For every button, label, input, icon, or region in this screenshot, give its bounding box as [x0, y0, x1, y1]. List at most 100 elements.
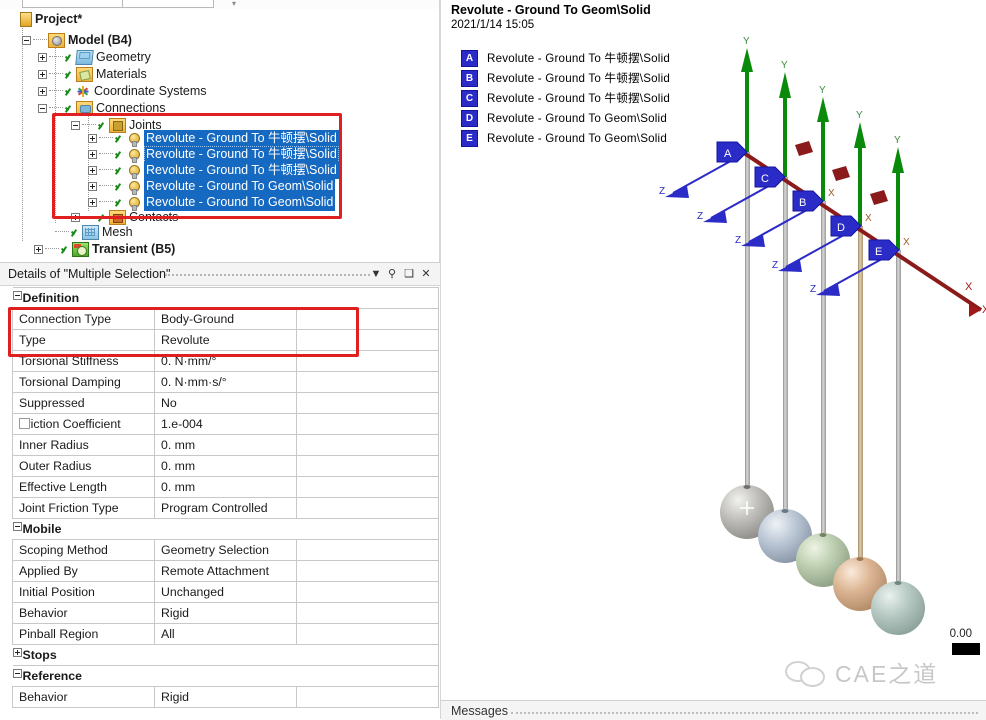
svg-text:X: X	[982, 304, 986, 316]
tree-item-label: Transient (B5)	[92, 241, 175, 258]
property-key: Connection Type	[13, 309, 155, 330]
property-key: Initial Position	[13, 582, 155, 603]
table-row[interactable]: Effective Length 0. mm	[13, 477, 439, 498]
expand-expander-icon[interactable]	[38, 70, 47, 79]
dropdown-icon[interactable]: ▼	[368, 266, 384, 282]
property-value[interactable]: Rigid	[155, 603, 297, 624]
table-row[interactable]: Scoping Method Geometry Selection	[13, 540, 439, 561]
property-extra	[297, 351, 439, 372]
property-key: Outer Radius	[13, 456, 155, 477]
tree-item-transient[interactable]: Transient (B5)	[34, 241, 175, 258]
property-group-header[interactable]: Mobile	[13, 519, 439, 540]
collapse-expander-icon[interactable]	[13, 522, 22, 531]
tree-item-joint-revolute[interactable]: Revolute - Ground To 牛顿摆\Solid	[88, 162, 339, 179]
property-value[interactable]: 0. N·mm/°	[155, 351, 297, 372]
svg-text:Y: Y	[819, 85, 826, 96]
property-value[interactable]: Unchanged	[155, 582, 297, 603]
property-value[interactable]: Body-Ground	[155, 309, 297, 330]
expand-expander-icon[interactable]	[38, 87, 47, 96]
table-row[interactable]: Inner Radius 0. mm	[13, 435, 439, 456]
tree-dots	[99, 137, 113, 139]
collapse-expander-icon[interactable]	[22, 36, 31, 45]
property-group-header[interactable]: Definition	[13, 288, 439, 309]
tree-item-label: Revolute - Ground To 牛顿摆\Solid	[144, 162, 339, 179]
property-value[interactable]: Revolute	[155, 330, 297, 351]
table-row[interactable]: Outer Radius 0. mm	[13, 456, 439, 477]
property-value[interactable]: Remote Attachment	[155, 561, 297, 582]
check-icon	[64, 52, 75, 63]
toolbar-combo-1[interactable]	[22, 0, 129, 8]
tree-dots	[49, 73, 63, 75]
table-row[interactable]: Torsional Damping 0. N·mm·s/°	[13, 372, 439, 393]
property-value[interactable]: 1.e-004	[155, 414, 297, 435]
tree-item-project[interactable]: Project*	[20, 11, 82, 28]
property-extra	[297, 624, 439, 645]
chevron-down-icon[interactable]: ▾	[232, 0, 240, 8]
table-row[interactable]: Initial Position Unchanged	[13, 582, 439, 603]
tree-dots	[49, 56, 63, 58]
tree-item-materials[interactable]: Materials	[38, 66, 147, 83]
property-value[interactable]: 0. mm	[155, 456, 297, 477]
property-value[interactable]: All	[155, 624, 297, 645]
checkbox[interactable]	[19, 418, 30, 429]
table-row[interactable]: Applied By Remote Attachment	[13, 561, 439, 582]
property-extra	[297, 330, 439, 351]
table-row[interactable]: Behavior Rigid	[13, 687, 439, 708]
property-value[interactable]: Rigid	[155, 687, 297, 708]
expand-expander-icon[interactable]	[88, 198, 97, 207]
tree-item-joint-revolute[interactable]: Revolute - Ground To Geom\Solid	[88, 178, 335, 195]
close-icon[interactable]: ✕	[418, 266, 434, 282]
property-value[interactable]: Geometry Selection	[155, 540, 297, 561]
expand-expander-icon[interactable]	[88, 166, 97, 175]
expand-expander-icon[interactable]	[88, 182, 97, 191]
graphics-viewport[interactable]: Revolute - Ground To Geom\Solid 2021/1/1…	[441, 0, 986, 700]
property-value[interactable]: Program Controlled	[155, 498, 297, 519]
outline-tree[interactable]: Project* Model (B4) Geometry Materials C…	[0, 9, 440, 262]
tree-item-joint-revolute[interactable]: Revolute - Ground To 牛顿摆\Solid	[88, 130, 339, 147]
property-value[interactable]: 0. mm	[155, 477, 297, 498]
property-value[interactable]: No	[155, 393, 297, 414]
pin-icon[interactable]: ⚲	[384, 266, 400, 282]
tree-item-mesh[interactable]: Mesh	[54, 224, 133, 241]
tree-item-coordinate-systems[interactable]: Coordinate Systems	[38, 83, 207, 100]
tree-item-label: Revolute - Ground To 牛顿摆\Solid	[144, 130, 339, 147]
expand-expander-icon[interactable]	[88, 134, 97, 143]
collapse-expander-icon[interactable]	[71, 121, 80, 130]
property-value[interactable]: 0. mm	[155, 435, 297, 456]
collapse-expander-icon[interactable]	[13, 669, 22, 678]
maximize-icon[interactable]: ❑	[401, 266, 417, 282]
expand-expander-icon[interactable]	[88, 150, 97, 159]
expand-expander-icon[interactable]	[71, 213, 80, 222]
table-row[interactable]: Friction Coefficient 1.e-004	[13, 414, 439, 435]
table-row[interactable]: Suppressed No	[13, 393, 439, 414]
svg-text:X: X	[865, 213, 872, 224]
property-group-header[interactable]: Reference	[13, 666, 439, 687]
tree-item-joint-revolute[interactable]: Revolute - Ground To 牛顿摆\Solid	[88, 146, 339, 163]
revolute-joint-icon	[126, 164, 141, 177]
table-row[interactable]: Connection Type Body-Ground	[13, 309, 439, 330]
property-extra	[297, 582, 439, 603]
messages-panel-header[interactable]: Messages	[441, 700, 986, 720]
details-properties-table: Definition Connection Type Body-Ground T…	[12, 287, 439, 708]
toolbar-combo-2[interactable]	[122, 0, 214, 8]
collapse-expander-icon[interactable]	[38, 104, 47, 113]
expand-expander-icon[interactable]	[13, 648, 22, 657]
table-row[interactable]: Pinball Region All	[13, 624, 439, 645]
table-row[interactable]: Torsional Stiffness 0. N·mm/°	[13, 351, 439, 372]
tree-item-label: Mesh	[102, 224, 133, 241]
property-key: Behavior	[13, 687, 155, 708]
tree-item-model[interactable]: Model (B4)	[22, 32, 132, 49]
check-icon	[114, 181, 125, 192]
property-group-header[interactable]: Stops	[13, 645, 439, 666]
materials-icon	[76, 67, 93, 82]
expand-expander-icon[interactable]	[38, 53, 47, 62]
table-row[interactable]: Behavior Rigid	[13, 603, 439, 624]
tree-item-geometry[interactable]: Geometry	[38, 49, 151, 66]
expand-expander-icon[interactable]	[34, 245, 43, 254]
table-row[interactable]: Joint Friction Type Program Controlled	[13, 498, 439, 519]
tree-item-connections[interactable]: Connections	[38, 100, 166, 117]
collapse-expander-icon[interactable]	[13, 291, 22, 300]
svg-text:B: B	[799, 197, 806, 209]
property-value[interactable]: 0. N·mm·s/°	[155, 372, 297, 393]
table-row[interactable]: Type Revolute	[13, 330, 439, 351]
